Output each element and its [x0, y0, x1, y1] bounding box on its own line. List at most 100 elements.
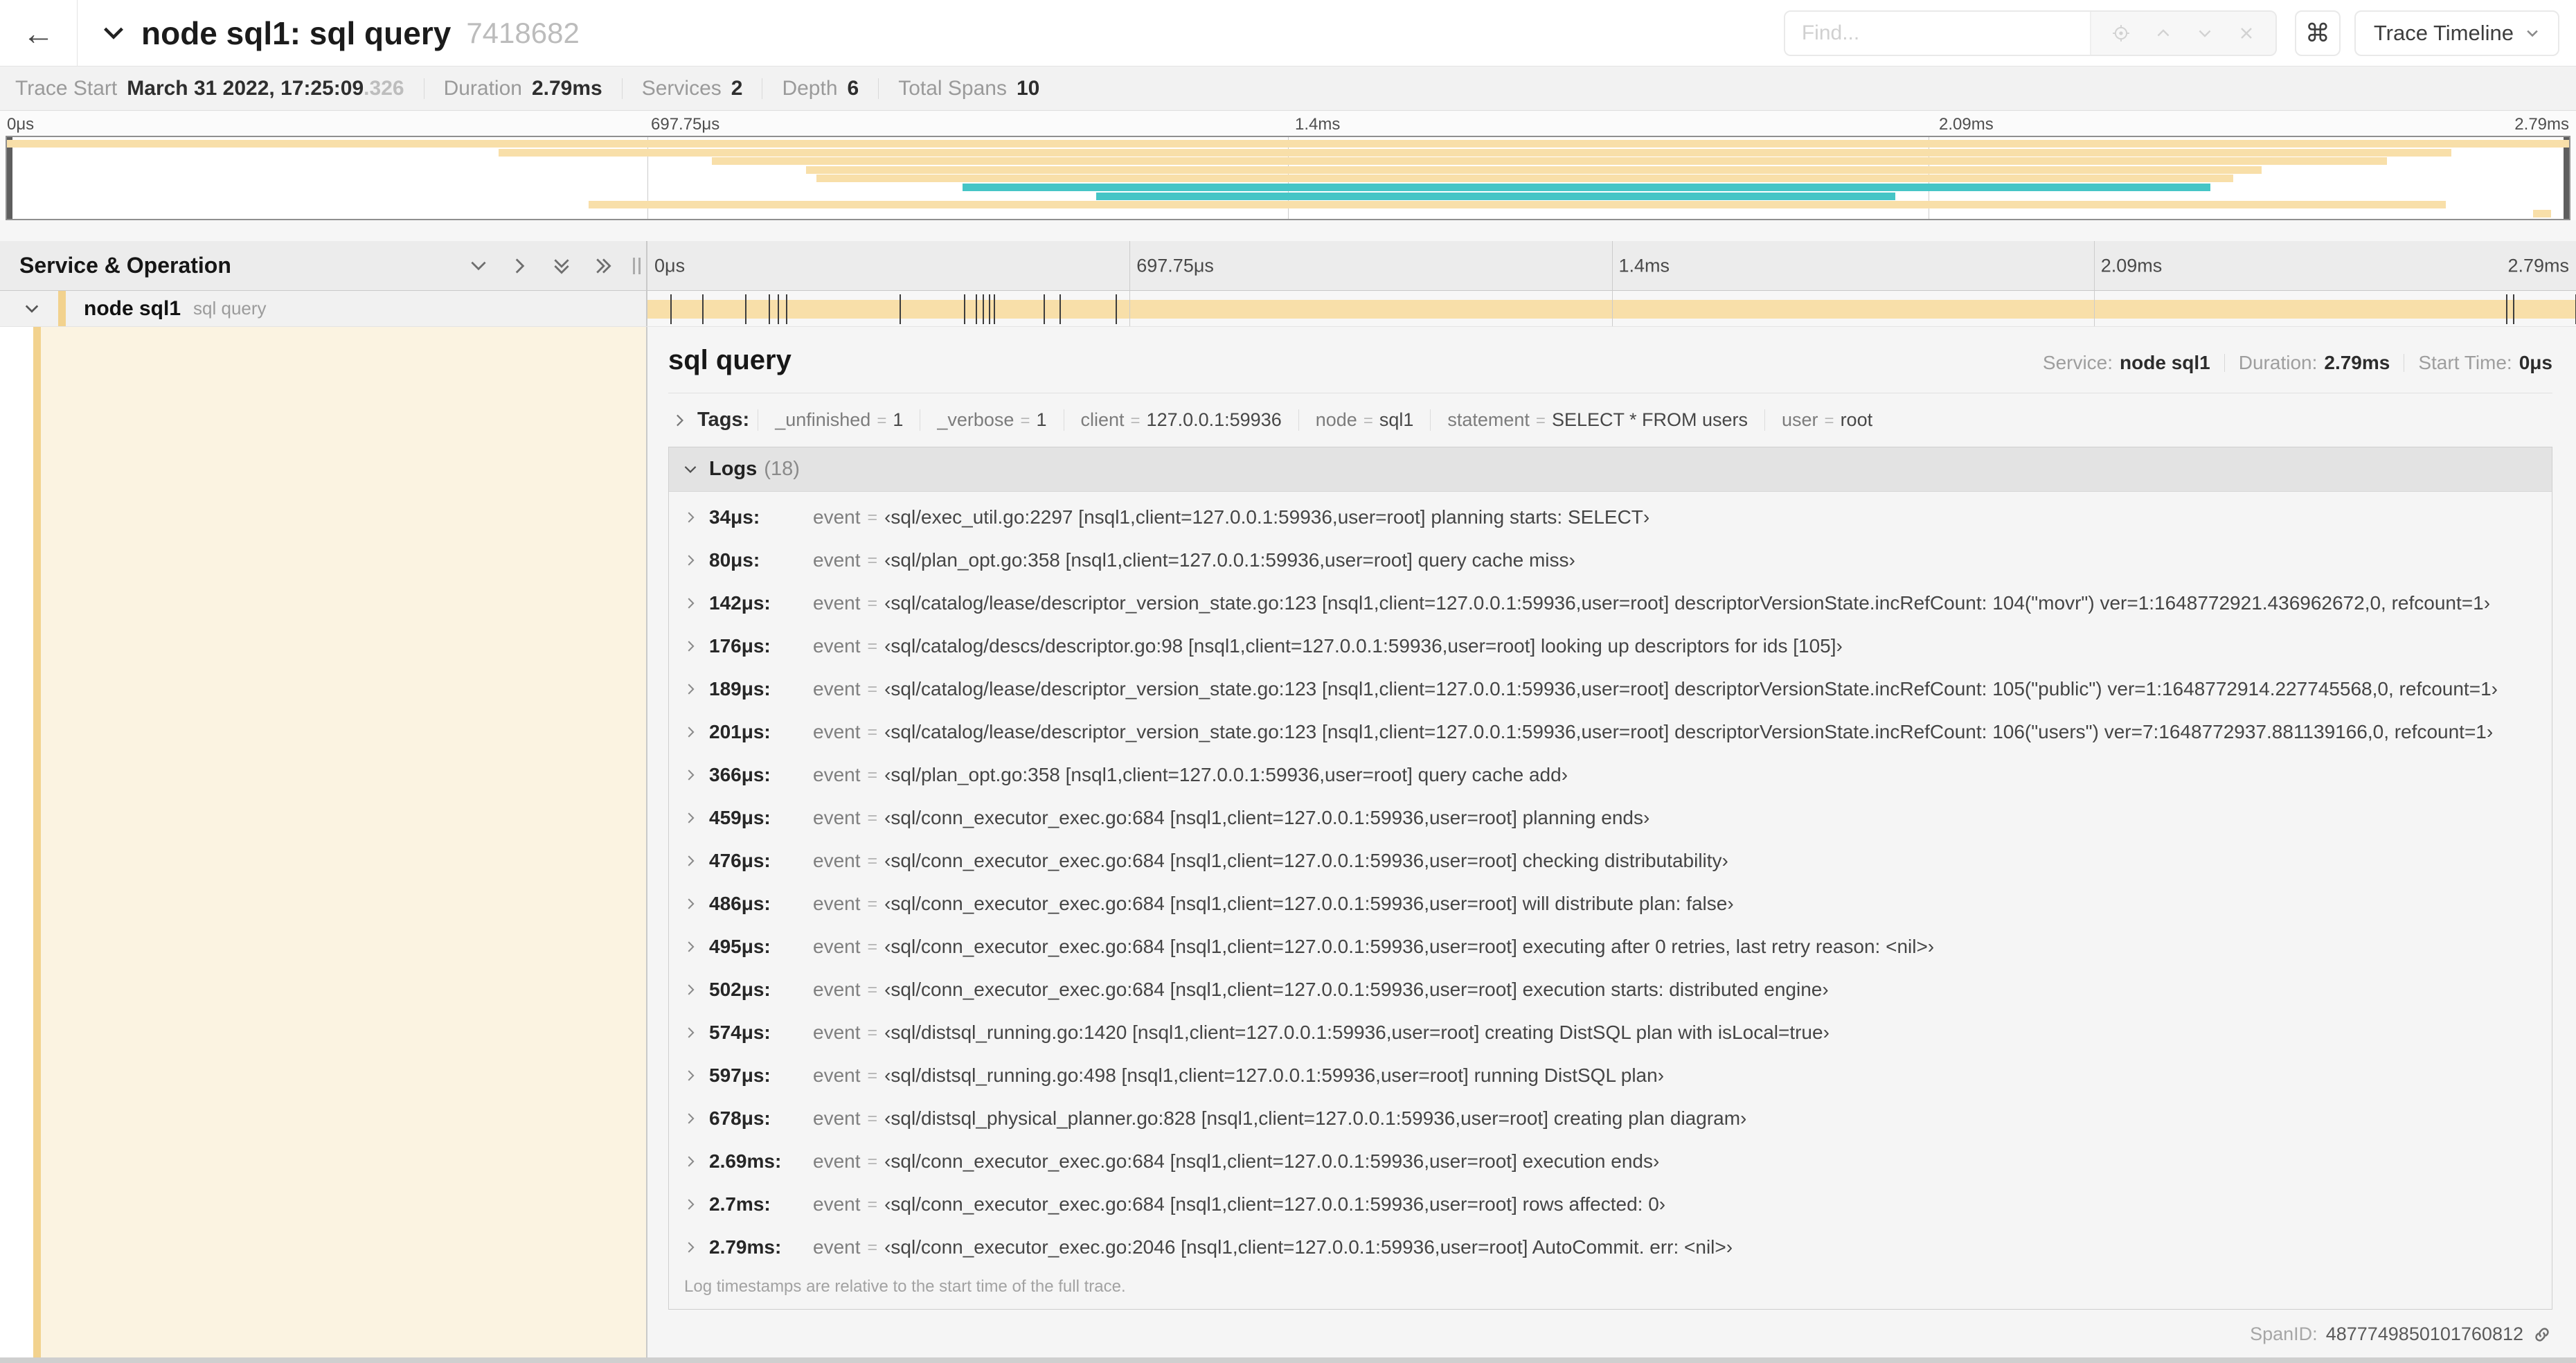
log-field-value: ‹sql/exec_util.go:2297 [nsql1,client=127…: [884, 506, 1650, 528]
horizontal-scrollbar[interactable]: [0, 1357, 2576, 1363]
log-expand-chevron-right-icon[interactable]: [684, 682, 698, 696]
trace-info-label: Services: [641, 76, 722, 100]
log-expand-chevron-right-icon[interactable]: [684, 983, 698, 997]
trace-info-item: Depth 6: [782, 77, 859, 100]
log-expand-chevron-right-icon[interactable]: [684, 596, 698, 610]
log-expand-chevron-right-icon[interactable]: [684, 1112, 698, 1125]
column-resizer-grip[interactable]: [633, 257, 641, 274]
minimap-canvas[interactable]: [6, 136, 2570, 220]
log-field-key: event: [813, 635, 861, 657]
find-input[interactable]: [1785, 11, 2090, 55]
viewport-right-scrubber-handle[interactable]: [2564, 137, 2569, 219]
log-row[interactable]: 176μs: event = ‹sql/catalog/descs/descripto…: [669, 625, 2552, 668]
detail-left-column: [0, 327, 647, 1357]
tags-row[interactable]: Tags: _unfinished = 1 _verbose = 1 client = 127.…: [668, 399, 2552, 444]
logs-collapse-chevron-down-icon[interactable]: [683, 462, 698, 477]
section-gap: [0, 220, 2576, 241]
log-row[interactable]: 189μs: event = ‹sql/catalog/lease/descripto…: [669, 668, 2552, 711]
minimap-tick-label: 1.4ms: [1295, 115, 1341, 134]
expand-one-chevron-right-icon[interactable]: [510, 256, 530, 276]
log-row[interactable]: 34μs: event = ‹sql/exec_util.go:2297 [nsql1…: [669, 496, 2552, 539]
tag-key: user: [1782, 409, 1818, 430]
find-prev-chevron-up-icon[interactable]: [2154, 24, 2173, 43]
log-expand-chevron-right-icon[interactable]: [684, 768, 698, 782]
log-expand-chevron-right-icon[interactable]: [684, 1240, 698, 1254]
trace-info-bar: Trace Start March 31 2022, 17:25:09.326 Du…: [0, 66, 2576, 111]
view-selector-button[interactable]: Trace Timeline: [2354, 10, 2559, 56]
log-expand-chevron-right-icon[interactable]: [684, 639, 698, 653]
log-expand-chevron-right-icon[interactable]: [684, 811, 698, 825]
log-equals: =: [867, 550, 878, 570]
back-button[interactable]: ←: [0, 0, 78, 66]
log-timestamp: 476μs:: [709, 850, 771, 871]
span-collapse-chevron-down-icon[interactable]: [24, 301, 40, 317]
log-row[interactable]: 2.79ms: event = ‹sql/conn_executor_exec.go:…: [669, 1226, 2552, 1269]
log-row[interactable]: 502μs: event = ‹sql/conn_executor_exec.go:6…: [669, 968, 2552, 1011]
log-expand-chevron-right-icon[interactable]: [684, 510, 698, 524]
log-marker-tick: [777, 294, 779, 324]
log-expand-chevron-right-icon[interactable]: [684, 553, 698, 567]
trace-info-label: Trace Start: [15, 76, 118, 100]
log-field-key: event: [813, 1150, 861, 1172]
log-field-value: ‹sql/distsql_running.go:1420 [nsql1,clie…: [884, 1022, 1830, 1043]
top-bar: ← node sql1: sql query 7418682 ⌘: [0, 0, 2576, 66]
log-expand-chevron-right-icon[interactable]: [684, 1155, 698, 1168]
log-row[interactable]: 366μs: event = ‹sql/plan_opt.go:358 [nsql1,…: [669, 754, 2552, 796]
log-row[interactable]: 486μs: event = ‹sql/conn_executor_exec.go:6…: [669, 882, 2552, 925]
trace-info-item: Trace Start March 31 2022, 17:25:09.326: [15, 77, 404, 100]
timeline-tick-label: 0μs: [654, 255, 686, 276]
collapse-one-chevron-down-icon[interactable]: [469, 256, 488, 276]
log-expand-chevron-right-icon[interactable]: [684, 1197, 698, 1211]
divider: [878, 78, 879, 99]
minimap-tick-label: 0μs: [7, 115, 35, 134]
log-field-value: ‹sql/conn_executor_exec.go:684 [nsql1,cl…: [884, 1193, 1666, 1215]
trace-info-value: 2: [731, 76, 743, 100]
deep-link-icon[interactable]: [2532, 1324, 2552, 1345]
minimap-span-bar: [588, 201, 2447, 209]
log-timestamp: 2.69ms:: [709, 1150, 782, 1172]
span-operation-name: sql query: [193, 298, 267, 319]
tag-value: sql1: [1379, 409, 1414, 430]
log-row[interactable]: 495μs: event = ‹sql/conn_executor_exec.go:6…: [669, 925, 2552, 968]
log-field-value: ‹sql/catalog/lease/descriptor_version_st…: [884, 592, 2491, 614]
tag-chip: client = 127.0.0.1:59936: [1063, 409, 1298, 431]
timeline-tick-label: 2.09ms: [2100, 255, 2163, 276]
viewport-left-scrubber-handle[interactable]: [7, 137, 12, 219]
collapse-all-double-chevron-down-icon[interactable]: [552, 256, 571, 276]
log-row[interactable]: 2.69ms: event = ‹sql/conn_executor_exec.go:…: [669, 1140, 2552, 1183]
expand-all-double-chevron-right-icon[interactable]: [593, 256, 613, 276]
log-expand-chevron-right-icon[interactable]: [684, 854, 698, 868]
tags-expand-chevron-right-icon[interactable]: [672, 413, 688, 428]
find-clear-close-icon[interactable]: [2237, 24, 2256, 43]
keyboard-shortcuts-button[interactable]: ⌘: [2294, 10, 2341, 56]
tag-key: _unfinished: [775, 409, 871, 430]
log-expand-chevron-right-icon[interactable]: [684, 897, 698, 911]
timeline-gridline: [2093, 291, 2095, 326]
log-row[interactable]: 574μs: event = ‹sql/distsql_running.go:1420…: [669, 1011, 2552, 1054]
find-next-chevron-down-icon[interactable]: [2195, 24, 2215, 43]
trace-info-value: 6: [847, 76, 859, 100]
log-expand-chevron-right-icon[interactable]: [684, 1069, 698, 1083]
span-name-cell[interactable]: node sql1 sql query: [0, 291, 647, 326]
log-field-value: ‹sql/conn_executor_exec.go:684 [nsql1,cl…: [884, 936, 1935, 957]
log-row[interactable]: 678μs: event = ‹sql/distsql_physical_planne…: [669, 1097, 2552, 1140]
log-expand-chevron-right-icon[interactable]: [684, 725, 698, 739]
log-marker-tick: [989, 294, 991, 324]
log-row[interactable]: 80μs: event = ‹sql/plan_opt.go:358 [nsql1,c…: [669, 539, 2552, 582]
log-row[interactable]: 597μs: event = ‹sql/distsql_running.go:498 …: [669, 1054, 2552, 1097]
collapse-trace-chevron-down-icon[interactable]: [101, 21, 126, 46]
log-row[interactable]: 142μs: event = ‹sql/catalog/lease/descripto…: [669, 582, 2552, 625]
tag-value: 1: [893, 409, 904, 430]
log-row[interactable]: 2.7ms: event = ‹sql/conn_executor_exec.go:6…: [669, 1183, 2552, 1226]
log-row[interactable]: 476μs: event = ‹sql/conn_executor_exec.go:6…: [669, 839, 2552, 882]
log-expand-chevron-right-icon[interactable]: [684, 1026, 698, 1040]
log-equals: =: [867, 1194, 878, 1214]
locate-icon[interactable]: [2111, 23, 2131, 44]
logs-header[interactable]: Logs (18): [669, 447, 2552, 492]
log-row[interactable]: 459μs: event = ‹sql/conn_executor_exec.go:6…: [669, 796, 2552, 839]
span-id-label: SpanID:: [2250, 1324, 2318, 1344]
log-field-key: event: [813, 1236, 861, 1258]
log-row[interactable]: 201μs: event = ‹sql/catalog/lease/descripto…: [669, 711, 2552, 754]
tag-key: statement: [1447, 409, 1530, 430]
log-expand-chevron-right-icon[interactable]: [684, 940, 698, 954]
